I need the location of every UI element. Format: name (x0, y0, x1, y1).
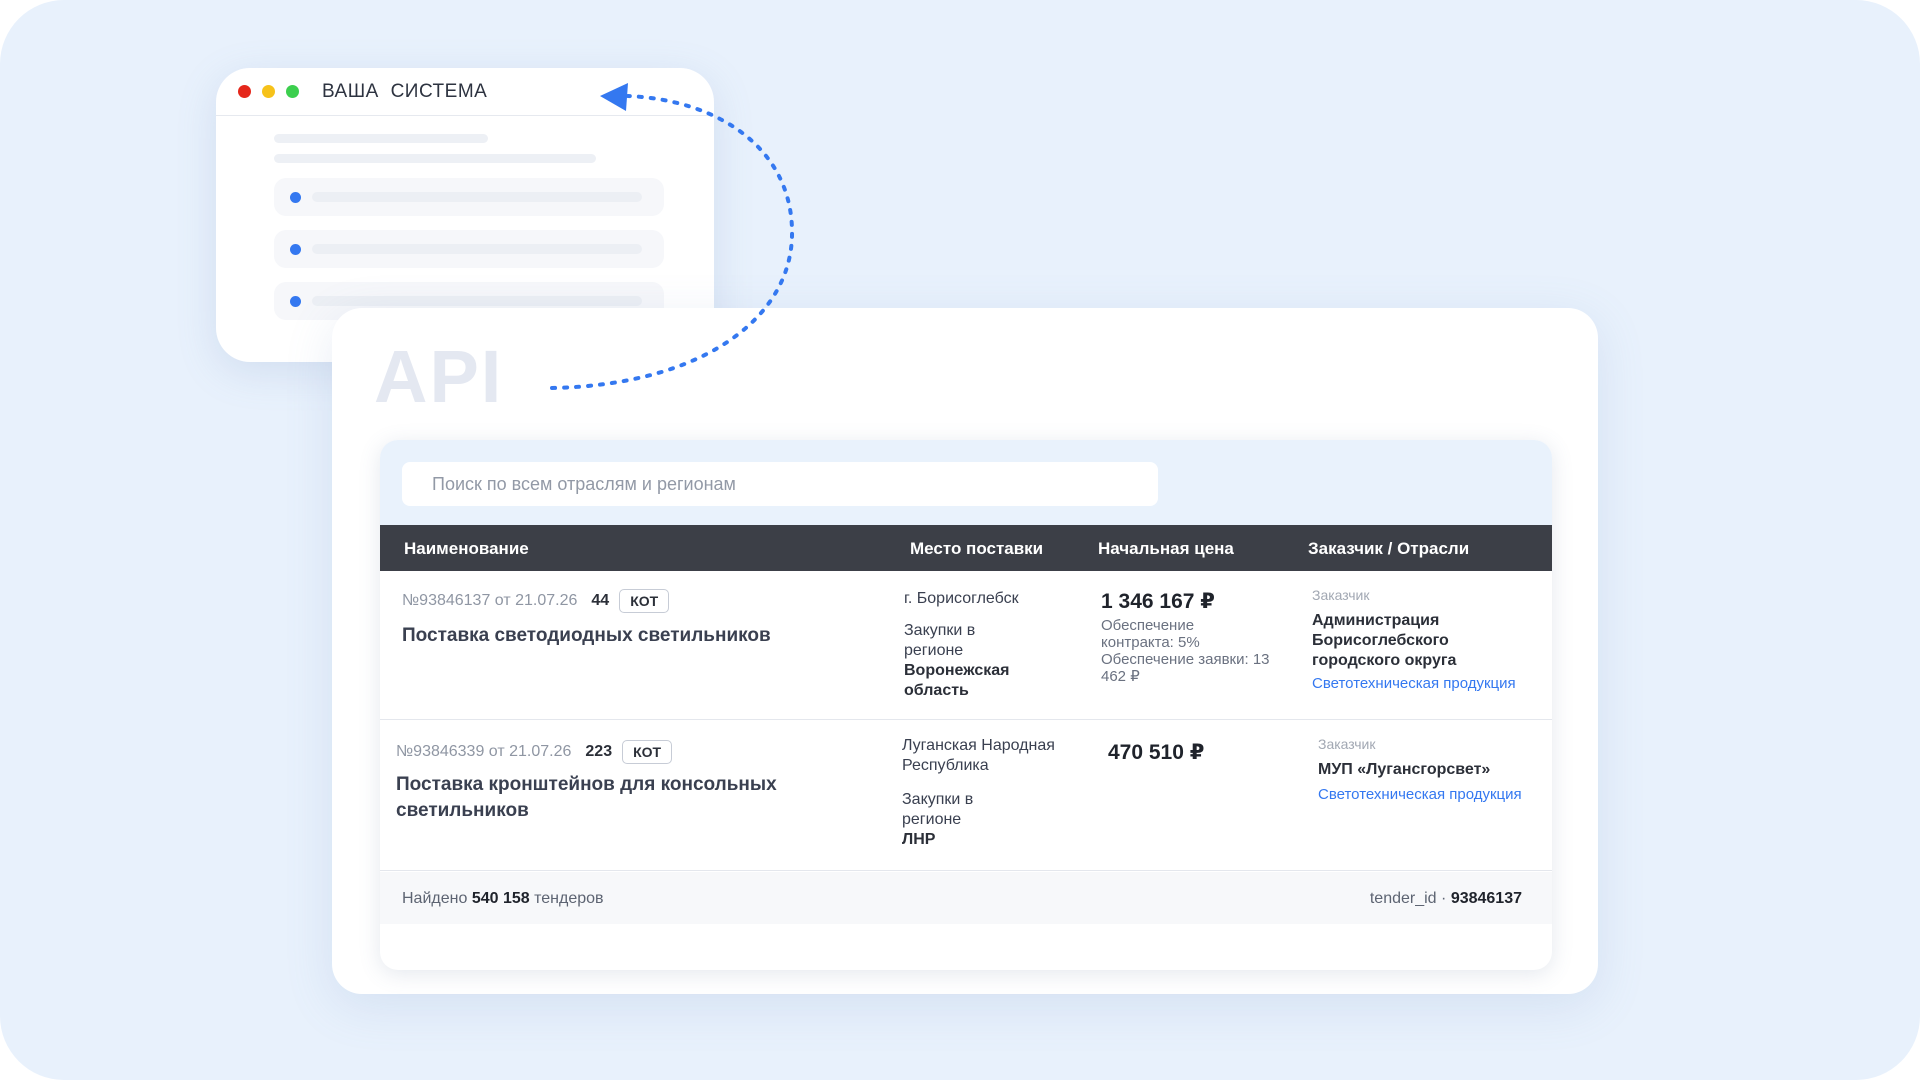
bullet-icon (290, 244, 301, 255)
column-header-place[interactable]: Место поставки (910, 539, 1043, 559)
tender-id: tender_id · 93846137 (1370, 890, 1522, 908)
table-header: Наименование Место поставки Начальная це… (380, 525, 1552, 571)
skeleton-list-item (274, 178, 664, 216)
tender-type-badge: КОТ (619, 589, 670, 613)
region-label: Закупки в регионе (904, 622, 976, 659)
bullet-icon (290, 192, 301, 203)
api-label: API (374, 335, 504, 418)
industry-link[interactable]: Светотехническая продукция (1312, 675, 1516, 692)
minimize-dot-icon[interactable] (262, 85, 275, 98)
api-card: API Наименование Место поставки Начальна… (332, 308, 1598, 994)
found-suffix: тендеров (534, 890, 604, 907)
customer-label: Заказчик (1312, 587, 1370, 603)
tender-panel: Наименование Место поставки Начальная це… (380, 440, 1552, 970)
found-count: 540 158 (471, 890, 530, 907)
tender-number[interactable]: №93846339 от 21.07.26 (396, 743, 571, 761)
skeleton-bar (312, 244, 642, 254)
skeleton-bar (312, 192, 642, 202)
tender-name[interactable]: Поставка светодиодных светильников (402, 623, 802, 649)
delivery-city: Луганская Народная Республика (902, 737, 1055, 774)
delivery-city: г. Борисоглебск (904, 590, 1019, 607)
region-name: ЛНР (902, 831, 936, 848)
skeleton-list-item (274, 230, 664, 268)
start-price: 1 346 167 ₽ (1101, 590, 1215, 613)
table-row[interactable]: №93846137 от 21.07.26 44 КОТ Поставка св… (380, 571, 1552, 720)
customer-label: Заказчик (1318, 736, 1376, 752)
tender-law: 223 (585, 743, 613, 760)
tender-id-value[interactable]: 93846137 (1451, 890, 1522, 907)
column-header-name[interactable]: Наименование (404, 539, 529, 559)
table-row[interactable]: №93846339 от 21.07.26 223 КОТ Поставка к… (380, 720, 1552, 871)
price-note: Обеспечение контракта: 5% Обеспечение за… (1101, 617, 1270, 685)
tender-law: 44 (591, 592, 610, 609)
search-zone (380, 440, 1552, 525)
region-name: Воронежская область (904, 662, 1010, 699)
customer-name: МУП «Лугансгорсвет» (1318, 761, 1491, 778)
results-footer: Найдено 540 158 тендеров tender_id · 938… (380, 872, 1552, 924)
search-input[interactable] (402, 462, 1158, 506)
tender-meta: №93846339 от 21.07.26 223 КОТ (396, 740, 673, 764)
close-dot-icon[interactable] (238, 85, 251, 98)
tender-id-label: tender_id · (1369, 890, 1447, 907)
tender-name[interactable]: Поставка кронштейнов для консольных свет… (396, 772, 816, 824)
system-window-header: ВАША СИСТЕМА (216, 68, 714, 116)
start-price: 470 510 ₽ (1108, 741, 1205, 764)
skeleton-bar (312, 296, 642, 306)
found-prefix: Найдено (402, 890, 468, 907)
tender-type-badge: КОТ (622, 740, 673, 764)
results-count: Найдено 540 158 тендеров (402, 890, 604, 908)
skeleton-line (274, 134, 488, 143)
column-header-price[interactable]: Начальная цена (1098, 539, 1234, 559)
maximize-dot-icon[interactable] (286, 85, 299, 98)
region-label: Закупки в регионе (902, 791, 974, 828)
bullet-icon (290, 296, 301, 307)
canvas-background: ВАША СИСТЕМА API Поиск по всем отраслям … (0, 0, 1920, 1080)
industry-link[interactable]: Светотехническая продукция (1318, 786, 1522, 803)
column-header-customer[interactable]: Заказчик / Отрасли (1308, 539, 1469, 559)
system-window-title: ВАША СИСТЕМА (322, 80, 488, 102)
skeleton-line (274, 154, 596, 163)
customer-name: Администрация Борисоглебского городского… (1312, 612, 1457, 669)
tender-number[interactable]: №93846137 от 21.07.26 (402, 592, 577, 610)
tender-meta: №93846137 от 21.07.26 44 КОТ (402, 589, 670, 613)
